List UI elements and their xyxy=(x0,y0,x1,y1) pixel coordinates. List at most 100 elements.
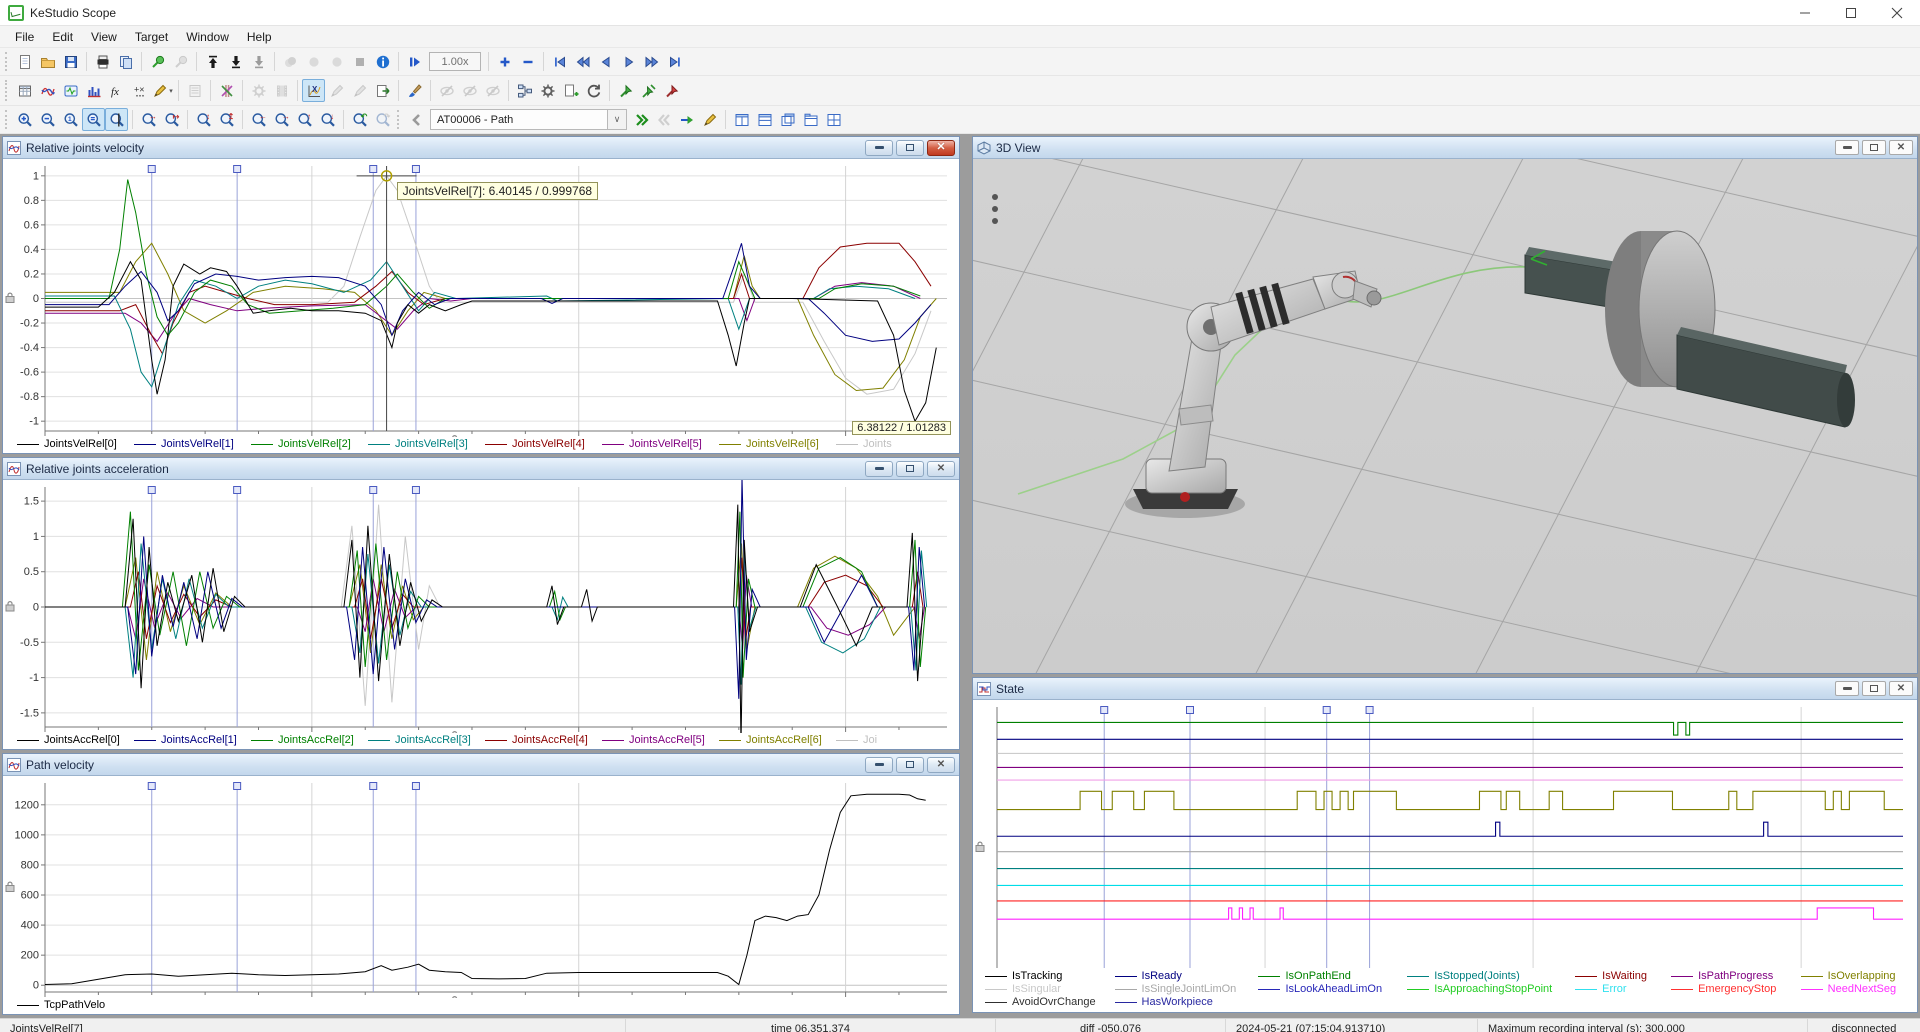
legend-item[interactable]: JointsAccRel[6] xyxy=(719,734,836,746)
download-button[interactable] xyxy=(224,50,247,73)
legend-item[interactable]: IsStopped(Joints) xyxy=(1407,970,1575,982)
legend-item[interactable]: JointsAccRel[4] xyxy=(485,734,602,746)
edit-selector-button[interactable] xyxy=(698,108,721,131)
panel-close-button[interactable]: ✕ xyxy=(927,460,955,477)
legend-item[interactable]: IsOnPathEnd xyxy=(1258,970,1407,982)
pin-all-button[interactable] xyxy=(637,79,660,102)
formula-button[interactable]: fx xyxy=(105,79,128,102)
menu-target[interactable]: Target xyxy=(126,28,177,46)
menu-edit[interactable]: Edit xyxy=(43,28,82,46)
panel-close-button[interactable]: ✕ xyxy=(927,756,955,773)
pan-up-button[interactable]: ↑ xyxy=(293,108,316,131)
signal-selector-combo[interactable]: AT00006 - Path ∨ xyxy=(430,109,627,130)
cursor-flag-marker[interactable] xyxy=(369,486,378,494)
upload-button[interactable] xyxy=(201,50,224,73)
window-close-button[interactable] xyxy=(1874,0,1920,25)
axis-lock-icon[interactable] xyxy=(5,601,15,612)
legend-item[interactable]: IsSingular xyxy=(985,983,1115,995)
zoom-1to1-button[interactable]: 1 xyxy=(59,108,82,131)
window-minimize-button[interactable] xyxy=(1782,0,1828,25)
cursor-flag-marker[interactable] xyxy=(1322,706,1331,714)
cursor-flag-marker[interactable] xyxy=(411,782,420,790)
cursor-flag-marker[interactable] xyxy=(147,486,156,494)
panel-minimize-button[interactable] xyxy=(865,756,893,773)
axis-lock-icon[interactable] xyxy=(5,881,15,892)
panel-titlebar[interactable]: 3D View ✕ xyxy=(973,137,1917,159)
selector-prev-button[interactable] xyxy=(405,108,428,131)
print-button[interactable] xyxy=(91,50,114,73)
zoom-x-in-button[interactable]: ↔ xyxy=(137,108,160,131)
panel-titlebar[interactable]: State ✕ xyxy=(973,678,1917,700)
cursor-flag-marker[interactable] xyxy=(1185,706,1194,714)
panel-restore-button[interactable] xyxy=(1862,681,1886,696)
copy-button[interactable] xyxy=(114,50,137,73)
panel-minimize-button[interactable] xyxy=(1835,140,1859,155)
cursor-flag-marker[interactable] xyxy=(233,486,242,494)
axis-lock-icon[interactable] xyxy=(975,841,985,852)
legend-item[interactable]: TcpPathVelo xyxy=(17,999,953,1011)
nav-prev-button[interactable] xyxy=(594,50,617,73)
chart-view-button[interactable] xyxy=(36,79,59,102)
nav-rewind-button[interactable] xyxy=(571,50,594,73)
add-variable-button[interactable]: +× xyxy=(128,79,151,102)
cursor-flag-marker[interactable] xyxy=(411,486,420,494)
legend-item[interactable]: JointsAccRel[0] xyxy=(17,734,134,746)
zoom-in-button[interactable] xyxy=(13,108,36,131)
zoom-y-in-button[interactable]: ↕ xyxy=(192,108,215,131)
panel-minimize-button[interactable] xyxy=(865,460,893,477)
cursor-flag-marker[interactable] xyxy=(411,165,420,173)
goto-signal-button[interactable] xyxy=(675,108,698,131)
legend-item[interactable]: IsSingleJointLimOn xyxy=(1114,983,1259,995)
view-gizmo-dots[interactable] xyxy=(992,194,998,224)
legend-item[interactable]: IsReady xyxy=(1114,970,1259,982)
panel-titlebar[interactable]: Relative joints velocity ✕ xyxy=(3,137,959,159)
legend-item[interactable]: Error xyxy=(1575,983,1671,995)
velocity-chart-plot[interactable]: JointsVelRel[7]: 6.40145 / 0.999768 6.38… xyxy=(3,159,959,437)
style-brush-button[interactable] xyxy=(403,79,426,102)
legend-item[interactable]: IsLookAheadLimOn xyxy=(1258,983,1407,995)
refresh-button[interactable] xyxy=(582,79,605,102)
zoom-undo-button[interactable]: ↶ xyxy=(348,108,371,131)
pen-style-button[interactable]: ▾ xyxy=(151,79,174,102)
export-data-button[interactable] xyxy=(371,79,394,102)
arrange-grid-button[interactable] xyxy=(822,108,845,131)
legend-item[interactable]: HasWorkpiece xyxy=(1114,996,1259,1008)
cursor-flag-marker[interactable] xyxy=(147,165,156,173)
nav-last-button[interactable] xyxy=(663,50,686,73)
panel-close-button[interactable]: ✕ xyxy=(1889,140,1913,155)
state-chart-plot[interactable]: 005.000[s]10.000[s]15.000[s] xyxy=(973,700,1917,968)
signal-selector-value[interactable]: AT00006 - Path xyxy=(430,109,608,130)
legend-item[interactable]: JointsVelRel[5] xyxy=(602,438,719,450)
legend-item[interactable]: JointsVelRel[0] xyxy=(17,438,134,450)
zoom-out-button[interactable] xyxy=(36,108,59,131)
tile-horizontal-button[interactable] xyxy=(730,108,753,131)
nav-forward-button[interactable] xyxy=(640,50,663,73)
nav-next-button[interactable] xyxy=(617,50,640,73)
panel-restore-button[interactable] xyxy=(896,460,924,477)
window-maximize-button[interactable] xyxy=(1828,0,1874,25)
bar-view-button[interactable] xyxy=(82,79,105,102)
scope-view-button[interactable] xyxy=(59,79,82,102)
axis-lock-icon[interactable] xyxy=(451,731,459,733)
cursor-flag-marker[interactable] xyxy=(369,782,378,790)
panel-minimize-button[interactable] xyxy=(865,139,893,156)
tile-vertical-button[interactable] xyxy=(753,108,776,131)
zoom-x-out-button[interactable]: ↦ xyxy=(160,108,183,131)
legend-item[interactable]: IsApproachingStopPoint xyxy=(1407,983,1575,995)
open-file-button[interactable] xyxy=(36,50,59,73)
cascade-windows-button[interactable] xyxy=(776,108,799,131)
legend-item[interactable]: IsTracking xyxy=(985,970,1115,982)
legend-item[interactable]: JointsVelRel[2] xyxy=(251,438,368,450)
legend-item[interactable]: JointsVelRel[3] xyxy=(368,438,485,450)
menu-view[interactable]: View xyxy=(82,28,126,46)
pin-signal-button[interactable] xyxy=(614,79,637,102)
save-button[interactable] xyxy=(59,50,82,73)
acceleration-chart-plot[interactable]: 1.5 1 0.5 0 -0.5 -1 -1.5 0 05.000[s] 10.000[s] 15.… xyxy=(3,480,959,733)
panel-restore-button[interactable] xyxy=(1862,140,1886,155)
3d-viewport[interactable] xyxy=(973,159,1917,673)
connect-button[interactable] xyxy=(146,50,169,73)
chevron-down-icon[interactable]: ∨ xyxy=(608,109,627,130)
panel-titlebar[interactable]: Relative joints acceleration ✕ xyxy=(3,458,959,480)
legend-item[interactable]: JointsAccRel[3] xyxy=(368,734,485,746)
legend-item[interactable]: Joi xyxy=(836,734,953,746)
